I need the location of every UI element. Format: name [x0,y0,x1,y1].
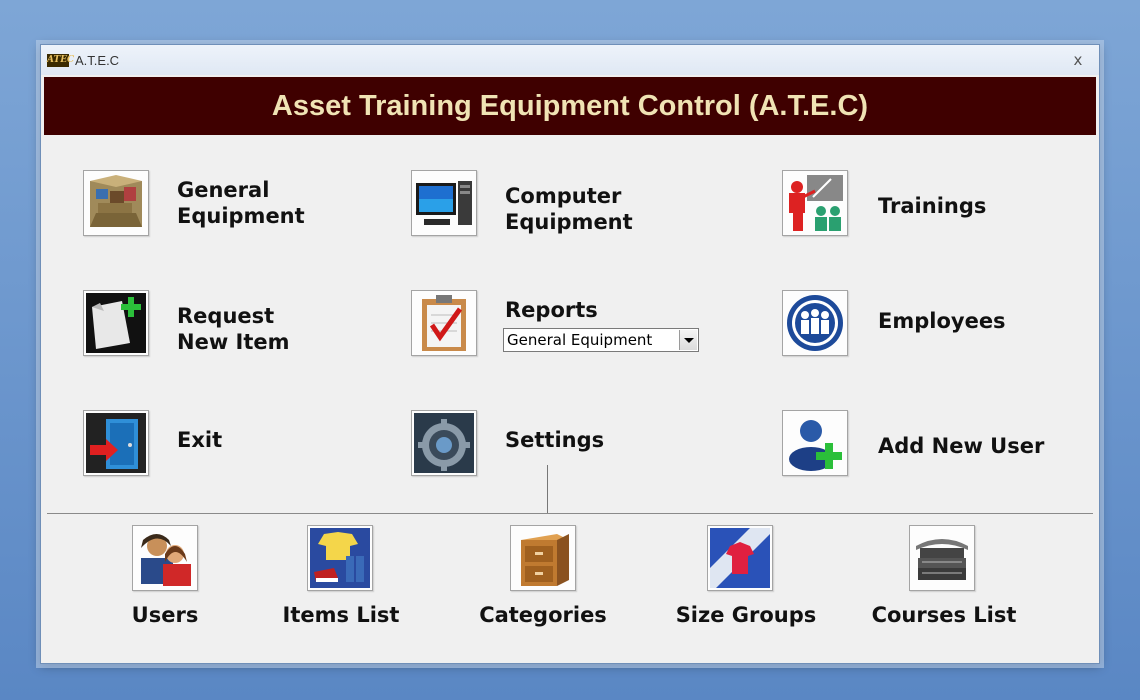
trainings-label: Trainings [878,194,987,218]
computer-equipment-line1: Computer [505,184,622,208]
users-icon [141,534,191,586]
computer-equipment-button[interactable] [411,170,477,236]
title-bar: ATEC A.T.E.C x [41,45,1099,75]
courses-list-label: Courses List [871,603,1017,627]
general-equipment-label: General Equipment [177,177,305,229]
users-label: Users [131,603,199,627]
general-equipment-line1: General [177,178,270,202]
dropdown-arrow-icon[interactable] [679,330,697,350]
computer-equipment-label: Computer Equipment [505,183,633,235]
paper-plus-icon [86,293,146,353]
user-add-icon [789,420,842,471]
door-exit-icon [86,413,146,473]
report-type-value: General Equipment [507,331,653,349]
items-list-label: Items List [282,603,400,627]
settings-button[interactable] [411,410,477,476]
items-list-button[interactable] [307,525,373,591]
file-cabinet-icon [521,534,569,586]
trainings-button[interactable] [782,170,848,236]
app-logo: ATEC [47,54,75,67]
close-button[interactable]: x [1069,51,1087,69]
categories-button[interactable] [510,525,576,591]
general-equipment-button[interactable] [83,170,149,236]
size-groups-button[interactable] [707,525,773,591]
banner-title: Asset Training Equipment Control (A.T.E.… [271,90,869,122]
categories-label: Categories [479,603,607,627]
presentation-icon [789,175,843,231]
request-new-item-button[interactable] [83,290,149,356]
add-new-user-label: Add New User [878,434,1045,458]
window-title: A.T.E.C [75,53,120,68]
size-shirt-icon [710,528,770,588]
exit-button[interactable] [83,410,149,476]
request-new-item-line2: New Item [177,330,290,354]
reports-label: Reports [505,298,598,322]
main-window: ATEC A.T.E.C x Asset Training Equipment … [40,44,1100,664]
group-badge-icon [787,295,843,351]
general-equipment-line2: Equipment [177,204,305,228]
add-new-user-button[interactable] [782,410,848,476]
boxes-icon [90,175,142,227]
exit-label: Exit [177,428,223,452]
computer-icon [416,181,472,225]
computer-equipment-line2: Equipment [505,210,633,234]
clipboard-check-icon [422,295,466,351]
report-type-select[interactable]: General Equipment [503,328,699,352]
clothing-icon [310,528,370,588]
employees-label: Employees [878,309,1006,333]
request-new-item-label: Request New Item [177,303,290,355]
size-groups-label: Size Groups [675,603,817,627]
courses-list-button[interactable] [909,525,975,591]
employees-button[interactable] [782,290,848,356]
settings-connector-line [547,465,548,513]
users-button[interactable] [132,525,198,591]
request-new-item-line1: Request [177,304,275,328]
reports-button[interactable] [411,290,477,356]
section-divider [47,513,1093,514]
books-icon [916,539,968,580]
gear-icon [414,413,474,473]
app-banner: Asset Training Equipment Control (A.T.E.… [44,77,1096,135]
settings-label: Settings [505,428,605,452]
